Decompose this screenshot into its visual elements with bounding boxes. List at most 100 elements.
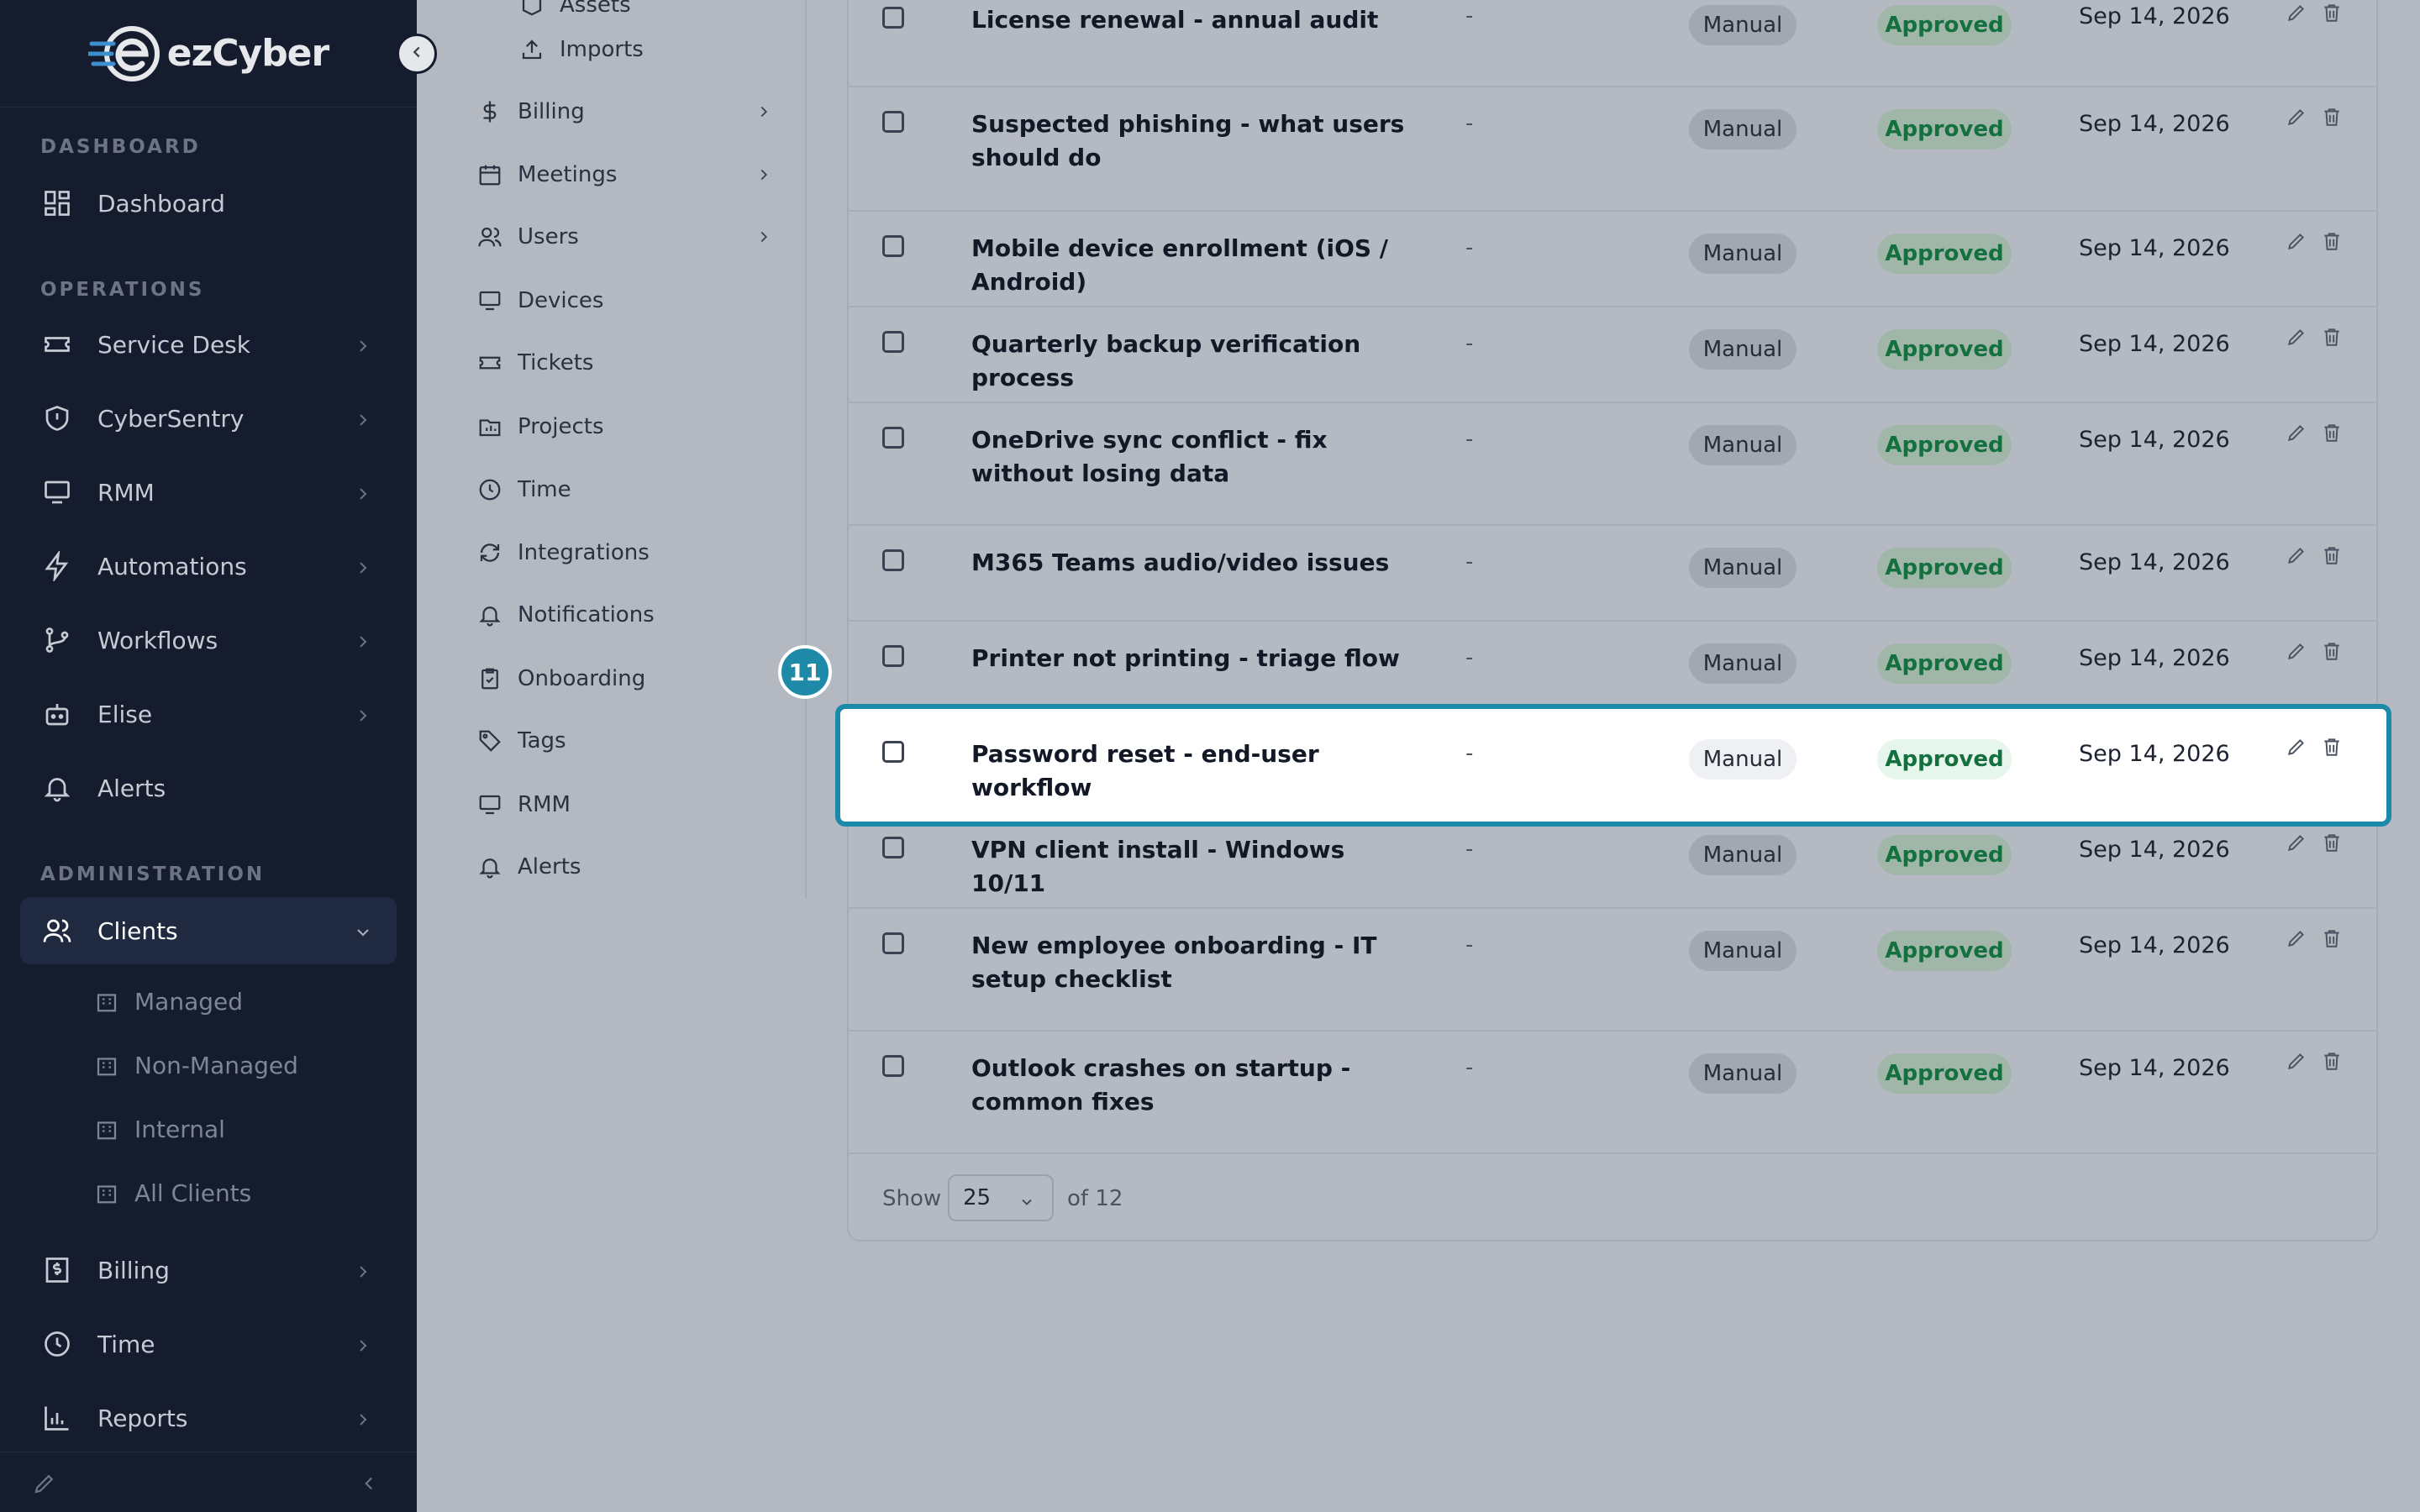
client-menu-onboarding[interactable]: Onboarding [477, 655, 645, 702]
row-owner: - [1465, 1055, 1474, 1080]
sidebar-item-automations[interactable]: Automations [20, 533, 397, 600]
edit-icon[interactable] [2286, 927, 2307, 949]
sidebar-item-service-desk[interactable]: Service Desk [20, 311, 397, 378]
row-title[interactable]: Password reset - end-user workflow [971, 738, 1408, 805]
row-checkbox[interactable] [882, 837, 904, 858]
client-menu-users[interactable]: Users [477, 213, 579, 260]
client-menu-tags[interactable]: Tags [477, 717, 566, 764]
client-menu-alerts[interactable]: Alerts [477, 843, 581, 890]
row-title[interactable]: Mobile device enrollment (iOS / Android) [971, 232, 1408, 299]
client-menu-label: Users [518, 224, 579, 249]
total-count: of 12 [1067, 1186, 1123, 1211]
edit-icon[interactable] [2286, 2, 2307, 24]
row-title[interactable]: New employee onboarding - IT setup check… [971, 929, 1408, 996]
edit-icon[interactable] [2286, 422, 2307, 444]
page-size-select[interactable]: 25 [948, 1174, 1054, 1221]
trash-icon[interactable] [2321, 1050, 2343, 1072]
trash-icon[interactable] [2321, 544, 2343, 566]
sidebar-item-reports[interactable]: Reports [20, 1384, 397, 1452]
row-checkbox[interactable] [882, 932, 904, 954]
trash-icon[interactable] [2321, 106, 2343, 128]
row-checkbox[interactable] [882, 235, 904, 257]
trash-icon[interactable] [2321, 326, 2343, 348]
client-menu-billing[interactable]: Billing [477, 88, 585, 135]
row-title[interactable]: Quarterly backup verification process [971, 328, 1408, 395]
client-menu-projects[interactable]: Projects [477, 403, 604, 450]
building-icon [94, 1116, 119, 1142]
sidebar-item-billing[interactable]: Billing [20, 1236, 397, 1304]
edit-icon[interactable] [2286, 106, 2307, 128]
client-menu-assets[interactable]: Assets [519, 0, 631, 29]
row-title[interactable]: Suspected phishing - what users should d… [971, 108, 1408, 175]
trash-icon[interactable] [2321, 422, 2343, 444]
sidebar-item-label: Alerts [97, 774, 166, 802]
chevron-left-icon[interactable] [358, 1473, 380, 1498]
sidebar-item-workflows[interactable]: Workflows [20, 606, 397, 674]
row-checkbox[interactable] [882, 645, 904, 667]
bell-icon [477, 602, 502, 627]
brand-logo[interactable]: ezCyber [0, 0, 417, 108]
status-badge: Approved [1877, 109, 2012, 150]
edit-icon[interactable] [2286, 832, 2307, 853]
trash-icon[interactable] [2321, 736, 2343, 758]
client-menu-label: Notifications [518, 602, 655, 627]
trash-icon[interactable] [2321, 640, 2343, 662]
table-row-highlighted[interactable]: Password reset - end-user workflow - Manua… [835, 704, 2391, 827]
row-checkbox[interactable] [882, 549, 904, 571]
row-title[interactable]: M365 Teams audio/video issues [971, 546, 1408, 580]
row-title[interactable]: Printer not printing - triage flow [971, 642, 1408, 675]
chevron-right-icon [755, 102, 773, 121]
edit-icon[interactable] [2286, 326, 2307, 348]
source-badge: Manual [1689, 835, 1797, 875]
row-checkbox[interactable] [882, 111, 904, 133]
client-menu-notifications[interactable]: Notifications [477, 591, 655, 638]
row-title[interactable]: OneDrive sync conflict - fix without los… [971, 423, 1408, 491]
sidebar-item-clients[interactable]: Clients [20, 897, 397, 964]
chevron-right-icon [353, 1408, 373, 1428]
edit-icon[interactable] [2286, 544, 2307, 566]
row-checkbox[interactable] [882, 7, 904, 29]
client-menu-tickets[interactable]: Tickets [477, 339, 593, 386]
users-icon [40, 914, 74, 948]
sidebar-item-time[interactable]: Time [20, 1310, 397, 1378]
edit-icon[interactable] [2286, 1050, 2307, 1072]
edit-icon[interactable] [2286, 230, 2307, 252]
client-menu-time[interactable]: Time [477, 466, 571, 513]
section-operations: OPERATIONS [40, 279, 205, 301]
trash-icon[interactable] [2321, 230, 2343, 252]
row-checkbox[interactable] [882, 427, 904, 449]
trash-icon[interactable] [2321, 832, 2343, 853]
sidebar-item-cybersentry[interactable]: CyberSentry [20, 385, 397, 452]
row-title[interactable]: VPN client install - Windows 10/11 [971, 833, 1408, 900]
client-menu-rmm[interactable]: RMM [477, 781, 571, 828]
row-title[interactable]: License renewal - annual audit [971, 3, 1408, 37]
clipboard-check-icon [477, 666, 502, 691]
sidebar-subitem-internal[interactable]: Internal [94, 1104, 225, 1154]
row-title[interactable]: Outlook crashes on startup - common fixe… [971, 1052, 1408, 1119]
row-checkbox[interactable] [882, 331, 904, 353]
sidebar-subitem-non-managed[interactable]: Non-Managed [94, 1040, 298, 1090]
client-menu-meetings[interactable]: Meetings [477, 151, 617, 198]
sidebar-subitem-all-clients[interactable]: All Clients [94, 1168, 251, 1218]
row-checkbox[interactable] [882, 741, 904, 763]
sidebar-item-dashboard[interactable]: Dashboard [20, 170, 397, 237]
trash-icon[interactable] [2321, 927, 2343, 949]
edit-icon[interactable] [2286, 640, 2307, 662]
trash-icon[interactable] [2321, 2, 2343, 24]
sidebar-item-rmm[interactable]: RMM [20, 459, 397, 526]
row-checkbox[interactable] [882, 1055, 904, 1077]
workflow-icon [40, 623, 74, 657]
client-menu-devices[interactable]: Devices [477, 277, 603, 324]
sidebar-subitem-managed[interactable]: Managed [94, 976, 243, 1026]
edit-icon[interactable] [2286, 736, 2307, 758]
pencil-icon[interactable] [32, 1471, 57, 1499]
collapse-sidebar-button[interactable] [397, 34, 437, 74]
sidebar-item-elise[interactable]: Elise [20, 680, 397, 748]
sidebar-item-alerts[interactable]: Alerts [20, 754, 397, 822]
status-badge: Approved [1877, 329, 2012, 370]
status-badge: Approved [1877, 1053, 2012, 1094]
client-menu-label: Time [518, 477, 571, 502]
client-menu-integrations[interactable]: Integrations [477, 529, 650, 576]
client-menu [417, 0, 807, 1512]
client-menu-imports[interactable]: Imports [519, 26, 644, 73]
